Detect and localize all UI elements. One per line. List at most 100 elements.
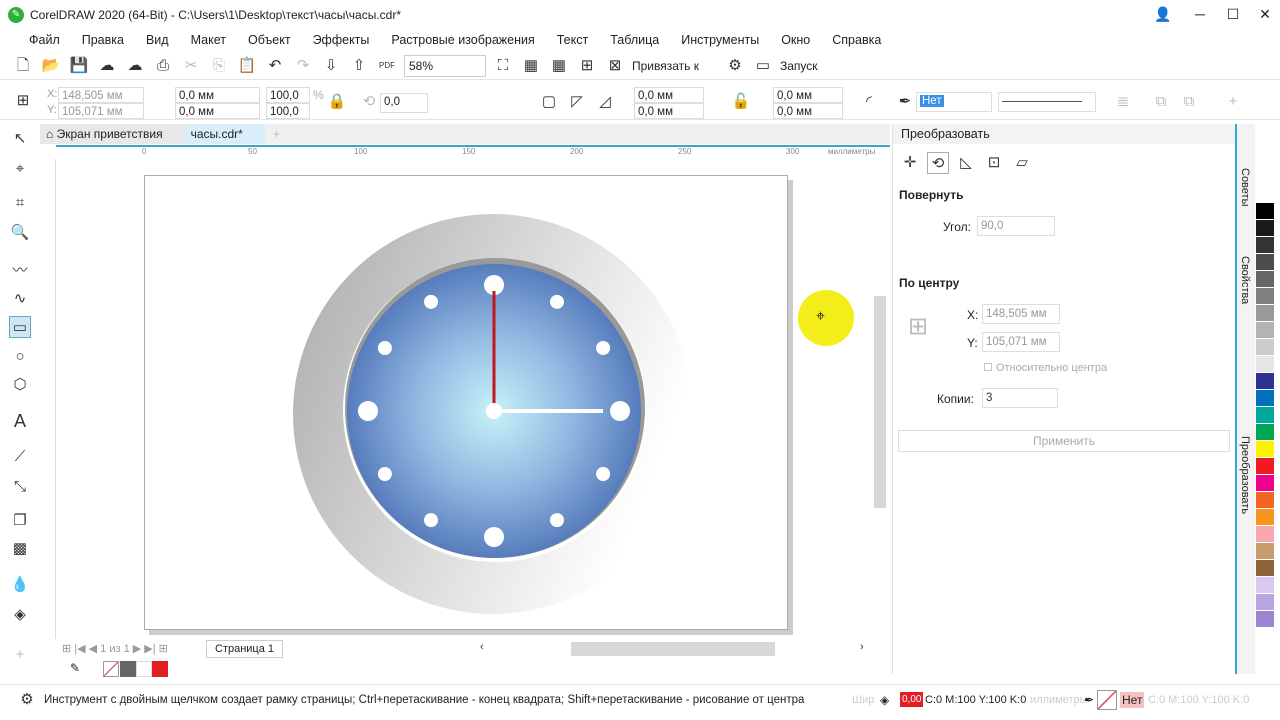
menu-edit[interactable]: Правка xyxy=(71,30,135,50)
palette-swatch[interactable] xyxy=(1256,203,1274,220)
palette-swatch[interactable] xyxy=(1256,594,1274,611)
palette-swatch[interactable] xyxy=(1256,339,1274,356)
artistic-media-icon[interactable]: ∿ xyxy=(9,288,31,310)
corner-radius-1[interactable]: 0,0 мм xyxy=(634,87,704,103)
fill-swatch[interactable]: 0,00 xyxy=(900,692,924,707)
text-tool-icon[interactable]: A xyxy=(9,410,31,432)
menu-tools[interactable]: Инструменты xyxy=(670,30,770,50)
full-screen-icon[interactable]: ⛶ xyxy=(492,55,514,77)
corner-radius-2[interactable]: 0,0 мм xyxy=(634,103,704,119)
outline-width-select[interactable]: Нет xyxy=(916,92,992,112)
tab-welcome-screen[interactable]: ⌂ Экран приветствия xyxy=(40,124,185,144)
launch-dropdown[interactable]: Запуск xyxy=(780,59,818,73)
center-x-field[interactable]: 148,505 мм xyxy=(982,304,1060,324)
menu-view[interactable]: Вид xyxy=(135,30,180,50)
position-icon[interactable]: ✛ xyxy=(899,152,921,174)
rulers-icon[interactable]: ▦ xyxy=(520,55,542,77)
color-palette[interactable] xyxy=(1256,186,1274,628)
polygon-tool-icon[interactable]: ⬡ xyxy=(9,374,31,396)
copies-field[interactable]: 3 xyxy=(982,388,1058,408)
palette-swatch[interactable] xyxy=(1256,611,1274,628)
new-tab-icon[interactable]: + xyxy=(265,124,288,144)
menu-help[interactable]: Справка xyxy=(821,30,892,50)
relative-corner-scaling-icon[interactable]: ◜ xyxy=(858,91,880,113)
palette-swatch[interactable] xyxy=(1256,424,1274,441)
page-tab[interactable]: Страница 1 xyxy=(206,640,284,658)
page-nav-controls[interactable]: ⊞ |◀ ◀ 1 из 1 ▶ ▶| ⊞ xyxy=(62,642,168,655)
zoom-tool-icon[interactable]: 🔍 xyxy=(9,222,31,244)
vertical-scrollbar[interactable] xyxy=(874,296,886,508)
connector-tool-icon[interactable]: ⤡ xyxy=(9,476,31,498)
tab-transform[interactable]: Преобразовать xyxy=(1239,436,1251,514)
cloud-upload-icon[interactable]: ☁ xyxy=(96,55,118,77)
palette-swatch[interactable] xyxy=(1256,458,1274,475)
corner-radius-3[interactable]: 0,0 мм xyxy=(773,87,843,103)
close-button[interactable]: ✕ xyxy=(1250,4,1280,24)
paste-icon[interactable]: 📋 xyxy=(236,55,258,77)
shape-tool-icon[interactable]: ⌖ xyxy=(9,158,31,180)
palette-swatch[interactable] xyxy=(1256,373,1274,390)
palette-swatch[interactable] xyxy=(1256,322,1274,339)
center-y-field[interactable]: 105,071 мм xyxy=(982,332,1060,352)
clock-drawing[interactable] xyxy=(145,176,789,631)
snap-to-dropdown[interactable]: Привязать к xyxy=(632,59,718,73)
scale-x-field[interactable]: 100,0 xyxy=(266,87,310,103)
menu-text[interactable]: Текст xyxy=(546,30,599,50)
height-field[interactable]: 0,0 мм xyxy=(175,103,260,119)
drawing-canvas[interactable]: ⌖ xyxy=(56,160,871,638)
palette-swatch[interactable] xyxy=(1256,305,1274,322)
copy-icon[interactable]: ⎘ xyxy=(208,55,230,77)
rotation-angle-field[interactable]: 0,0 xyxy=(380,93,428,113)
scalloped-corner-icon[interactable]: ◸ xyxy=(566,91,588,113)
to-front-icon[interactable]: ⧉ xyxy=(1150,91,1172,113)
palette-swatch[interactable] xyxy=(1256,441,1274,458)
interactive-fill-icon[interactable]: ◈ xyxy=(9,604,31,626)
scale-mirror-icon[interactable]: ◺ xyxy=(955,152,977,174)
transparency-icon[interactable]: ▩ xyxy=(9,538,31,560)
menu-layout[interactable]: Макет xyxy=(180,30,237,50)
palette-swatch[interactable] xyxy=(1256,492,1274,509)
to-back-icon[interactable]: ⧉ xyxy=(1178,91,1200,113)
palette-swatch[interactable] xyxy=(1256,237,1274,254)
skew-icon[interactable]: ▱ xyxy=(1011,152,1033,174)
settings-gear-icon[interactable]: ⚙ xyxy=(16,689,38,711)
menu-window[interactable]: Окно xyxy=(770,30,821,50)
export-pdf-icon[interactable]: PDF xyxy=(376,55,398,77)
eyedropper-icon[interactable]: ✎ xyxy=(70,661,80,675)
width-field[interactable]: 0,0 мм xyxy=(175,87,260,103)
new-document-icon[interactable]: 🗋 xyxy=(12,55,34,77)
save-icon[interactable]: 💾 xyxy=(68,55,90,77)
account-icon[interactable]: 👤 xyxy=(1148,4,1178,24)
swatch-none[interactable] xyxy=(103,661,119,677)
horizontal-ruler[interactable]: 0 50 100 150 200 250 300 миллиметры xyxy=(56,145,890,159)
apply-button[interactable]: Применить xyxy=(898,430,1230,452)
eyedropper-icon[interactable]: 💧 xyxy=(9,574,31,596)
swatch-gray[interactable] xyxy=(120,661,136,677)
freehand-tool-icon[interactable]: 〰 xyxy=(9,260,31,282)
line-style-select[interactable] xyxy=(998,92,1096,112)
launch-icon[interactable]: ▭ xyxy=(752,55,774,77)
wrap-text-icon[interactable]: ≣ xyxy=(1112,91,1134,113)
palette-swatch[interactable] xyxy=(1256,186,1274,203)
corner-radius-4[interactable]: 0,0 мм xyxy=(773,103,843,119)
palette-swatch[interactable] xyxy=(1256,220,1274,237)
add-tool-icon[interactable]: + xyxy=(9,644,31,666)
outline-swatch[interactable] xyxy=(1097,689,1117,710)
cut-icon[interactable]: ✂ xyxy=(180,55,202,77)
menu-effects[interactable]: Эффекты xyxy=(302,30,381,50)
tab-hints[interactable]: Советы xyxy=(1239,168,1251,206)
minimize-button[interactable]: ─ xyxy=(1185,4,1215,24)
palette-swatch[interactable] xyxy=(1256,560,1274,577)
palette-swatch[interactable] xyxy=(1256,407,1274,424)
cloud-icon[interactable]: ☁ xyxy=(124,55,146,77)
angle-field[interactable]: 90,0 xyxy=(977,216,1055,236)
add-icon[interactable]: + xyxy=(1222,91,1244,113)
tab-properties[interactable]: Свойства xyxy=(1239,256,1251,304)
palette-swatch[interactable] xyxy=(1256,288,1274,305)
maximize-button[interactable]: ☐ xyxy=(1218,4,1248,24)
palette-swatch[interactable] xyxy=(1256,390,1274,407)
center-grid-icon[interactable]: ⊞ xyxy=(907,315,929,339)
scroll-left-icon[interactable]: ‹ xyxy=(480,641,484,653)
palette-swatch[interactable] xyxy=(1256,356,1274,373)
menu-bitmaps[interactable]: Растровые изображения xyxy=(380,30,545,50)
